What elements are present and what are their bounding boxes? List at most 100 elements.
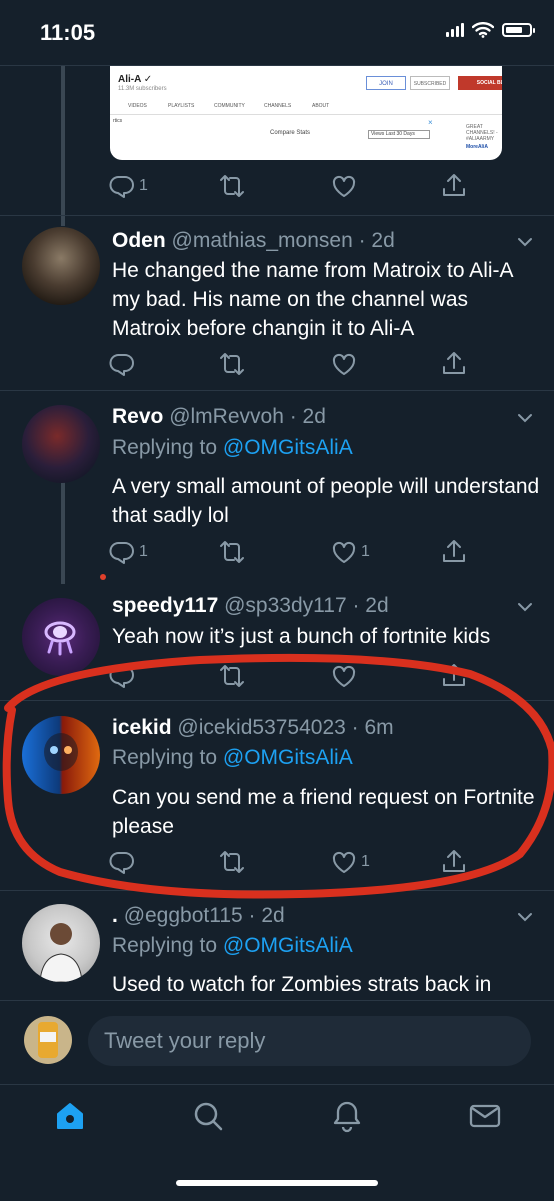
reply-count: 1 [139, 543, 148, 560]
user-handle: @lmRevvoh · 2d [169, 405, 326, 428]
embed-social-blade-button: SOCIAL BLADE STATS [458, 76, 502, 90]
share-button[interactable] [440, 172, 468, 200]
share-button[interactable] [440, 662, 468, 690]
reply-count: 1 [139, 177, 148, 194]
tweet-text: Yeah now it’s just a bunch of fortnite k… [112, 625, 491, 648]
tweet-text: He changed the name from Matroix to Ali-… [112, 259, 513, 340]
like-button[interactable] [330, 350, 358, 378]
like-button[interactable] [330, 662, 358, 690]
replying-to: Replying to @OMGitsAliA [112, 436, 353, 460]
retweet-icon [220, 665, 244, 687]
thread-line [61, 66, 65, 226]
heart-icon [332, 353, 356, 375]
embed-great-channels: GREAT CHANNELS! - #ALIAARMY [466, 124, 498, 142]
embed-join-button: JOIN [366, 76, 406, 90]
battery-icon [502, 23, 535, 37]
tweet-actions [108, 662, 478, 690]
heart-icon [332, 541, 356, 563]
share-icon [443, 540, 465, 562]
share-button[interactable] [440, 538, 468, 566]
reply-button[interactable]: 1 [108, 172, 148, 200]
reply-button[interactable] [108, 350, 136, 378]
user-name[interactable]: speedy117 [112, 594, 218, 617]
avatar[interactable] [22, 598, 100, 676]
tweet-header: . @eggbot115 · 2d [112, 904, 285, 928]
reply-icon [109, 542, 134, 564]
home-indicator [176, 1180, 378, 1186]
tweet-header: icekid @icekid53754023 · 6m [112, 716, 394, 740]
retweet-icon [220, 175, 244, 197]
notifications-icon[interactable] [329, 1098, 365, 1134]
reply-input[interactable]: Tweet your reply [88, 1016, 531, 1066]
like-button[interactable]: 1 [330, 538, 370, 566]
avatar[interactable] [22, 716, 100, 794]
retweet-icon [220, 851, 244, 873]
tweet-media-image[interactable]: Ali-A ✓ 11.3M subscribers JOIN SUBSCRIBE… [110, 66, 502, 160]
tweet-header: Revo @lmRevvoh · 2d [112, 405, 326, 429]
avatar-graphic [38, 1022, 58, 1058]
tweet-actions: 1 1 [108, 538, 478, 566]
chevron-down-icon[interactable] [516, 598, 534, 616]
user-name[interactable]: Oden [112, 229, 166, 252]
tweet-actions: 1 [108, 172, 478, 200]
share-button[interactable] [440, 848, 468, 876]
share-icon [443, 850, 465, 872]
like-count: 1 [361, 853, 370, 870]
divider [0, 390, 554, 391]
retweet-icon [220, 353, 244, 375]
user-name[interactable]: . [112, 904, 118, 927]
retweet-button[interactable] [218, 662, 246, 690]
chevron-down-icon[interactable] [516, 409, 534, 427]
share-button[interactable] [440, 350, 468, 378]
avatar[interactable] [22, 227, 100, 305]
reply-icon [109, 176, 134, 198]
wifi-icon [472, 22, 494, 38]
replying-to: Replying to @OMGitsAliA [112, 934, 353, 958]
retweet-button[interactable] [218, 172, 246, 200]
divider [0, 215, 554, 216]
tweet-actions [108, 350, 478, 378]
heart-icon [332, 851, 356, 873]
reply-button[interactable] [108, 848, 136, 876]
avatar-graphic [44, 733, 78, 771]
user-name[interactable]: icekid [112, 716, 172, 739]
like-button[interactable] [330, 172, 358, 200]
avatar[interactable] [22, 904, 100, 982]
replying-to-prefix: Replying to [112, 746, 223, 769]
mention-link[interactable]: @OMGitsAliA [223, 934, 353, 957]
embed-nav-item: VIDEOS [128, 103, 147, 109]
retweet-button[interactable] [218, 848, 246, 876]
replying-to: Replying to @OMGitsAliA [112, 746, 353, 770]
status-time: 11:05 [40, 20, 96, 45]
embed-nav-item: CHANNELS [264, 103, 292, 109]
user-handle: @sp33dy117 · 2d [224, 594, 389, 617]
reply-button[interactable]: 1 [108, 538, 148, 566]
user-name[interactable]: Revo [112, 405, 163, 428]
reply-button[interactable] [108, 662, 136, 690]
mention-link[interactable]: @OMGitsAliA [223, 746, 353, 769]
divider [0, 700, 554, 701]
embed-channel-name: Ali-A ✓ [118, 74, 153, 85]
like-button[interactable]: 1 [330, 848, 370, 876]
avatar[interactable] [22, 405, 100, 483]
embed-close-icon: × [428, 118, 433, 127]
heart-icon [332, 175, 356, 197]
heart-icon [332, 665, 356, 687]
embed-subscribed-button: SUBSCRIBED [410, 76, 450, 90]
user-avatar[interactable] [24, 1016, 72, 1064]
search-icon[interactable] [190, 1098, 226, 1134]
retweet-button[interactable] [218, 538, 246, 566]
tweet-text: Used to watch for Zombies strats back in [112, 973, 492, 996]
tweet-text: A very small amount of people will under… [112, 475, 540, 527]
replying-to-prefix: Replying to [112, 436, 223, 459]
embed-more-alia: MoreAliA [466, 144, 488, 150]
mention-link[interactable]: @OMGitsAliA [223, 436, 353, 459]
avatar-graphic [39, 923, 83, 982]
retweet-button[interactable] [218, 350, 246, 378]
messages-icon[interactable] [467, 1098, 503, 1134]
chevron-down-icon[interactable] [516, 233, 534, 251]
chevron-down-icon[interactable] [516, 908, 534, 926]
home-icon[interactable] [52, 1098, 88, 1134]
user-handle: @eggbot115 · 2d [123, 904, 285, 927]
user-handle: @mathias_monsen · 2d [171, 229, 395, 252]
